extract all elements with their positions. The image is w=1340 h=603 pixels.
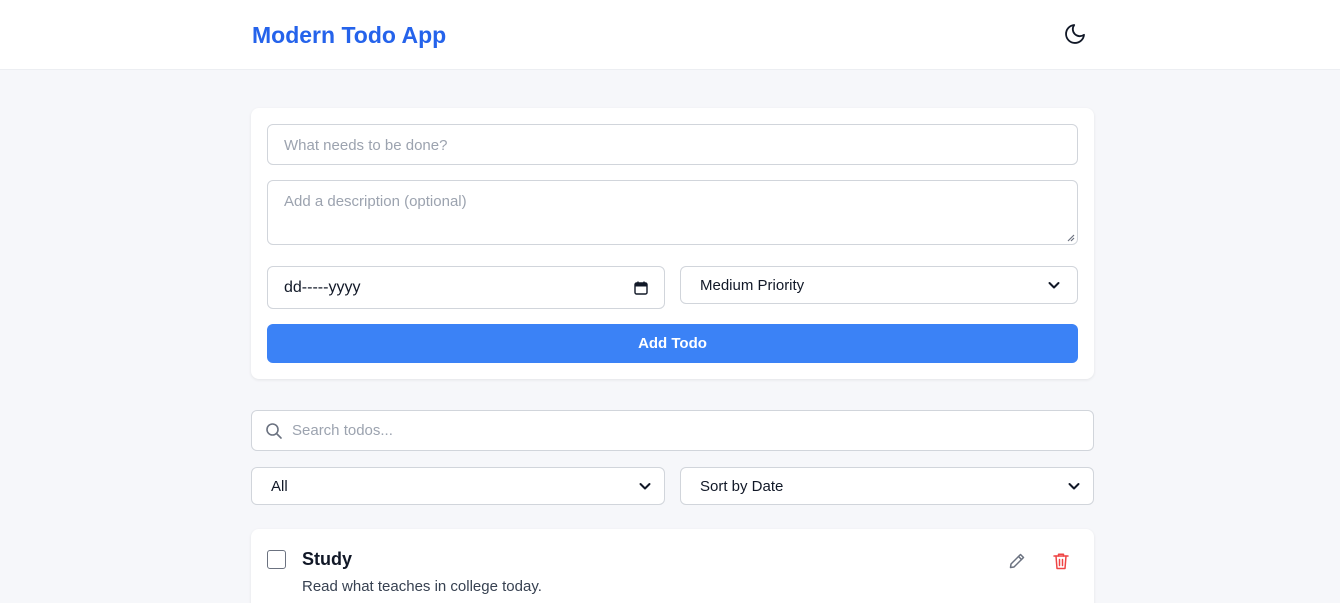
- theme-toggle-button[interactable]: [1060, 19, 1090, 49]
- chevron-down-icon: [1068, 483, 1080, 490]
- due-date-input[interactable]: dd-----yyyy: [267, 266, 665, 309]
- priority-selected-value: Medium Priority: [700, 276, 805, 294]
- search-input[interactable]: Search todos...: [251, 410, 1094, 451]
- filter-selected-value: All: [271, 477, 288, 495]
- due-date-placeholder: dd-----yyyy: [284, 278, 361, 296]
- todo-complete-checkbox[interactable]: [267, 550, 286, 569]
- resize-handle-icon[interactable]: [1065, 232, 1075, 242]
- search-icon: [266, 422, 282, 439]
- add-todo-form: What needs to be done? Add a description…: [251, 108, 1094, 379]
- add-todo-button[interactable]: Add Todo: [267, 324, 1078, 363]
- todo-description-textarea[interactable]: Add a description (optional): [267, 180, 1078, 245]
- app-header: Modern Todo App: [0, 0, 1340, 70]
- moon-icon: [1065, 24, 1085, 44]
- priority-select[interactable]: Medium Priority: [680, 266, 1078, 304]
- todo-title-placeholder: What needs to be done?: [284, 137, 448, 154]
- todo-title: Study: [302, 549, 353, 569]
- edit-icon[interactable]: [1007, 551, 1027, 571]
- todo-description-placeholder: Add a description (optional): [284, 193, 467, 210]
- trash-icon[interactable]: [1051, 551, 1071, 571]
- filter-select[interactable]: All: [251, 467, 665, 505]
- sort-select[interactable]: Sort by Date: [680, 467, 1094, 505]
- app-title: Modern Todo App: [252, 22, 447, 48]
- chevron-down-icon: [1048, 282, 1060, 289]
- search-placeholder: Search todos...: [292, 422, 393, 439]
- calendar-icon[interactable]: [634, 281, 648, 295]
- sort-selected-value: Sort by Date: [700, 477, 784, 495]
- todo-title-input[interactable]: What needs to be done?: [267, 124, 1078, 165]
- chevron-down-icon: [639, 483, 651, 490]
- todo-description: Read what teaches in college today.: [302, 578, 542, 595]
- todo-item: Study Read what teaches in college today…: [251, 529, 1094, 603]
